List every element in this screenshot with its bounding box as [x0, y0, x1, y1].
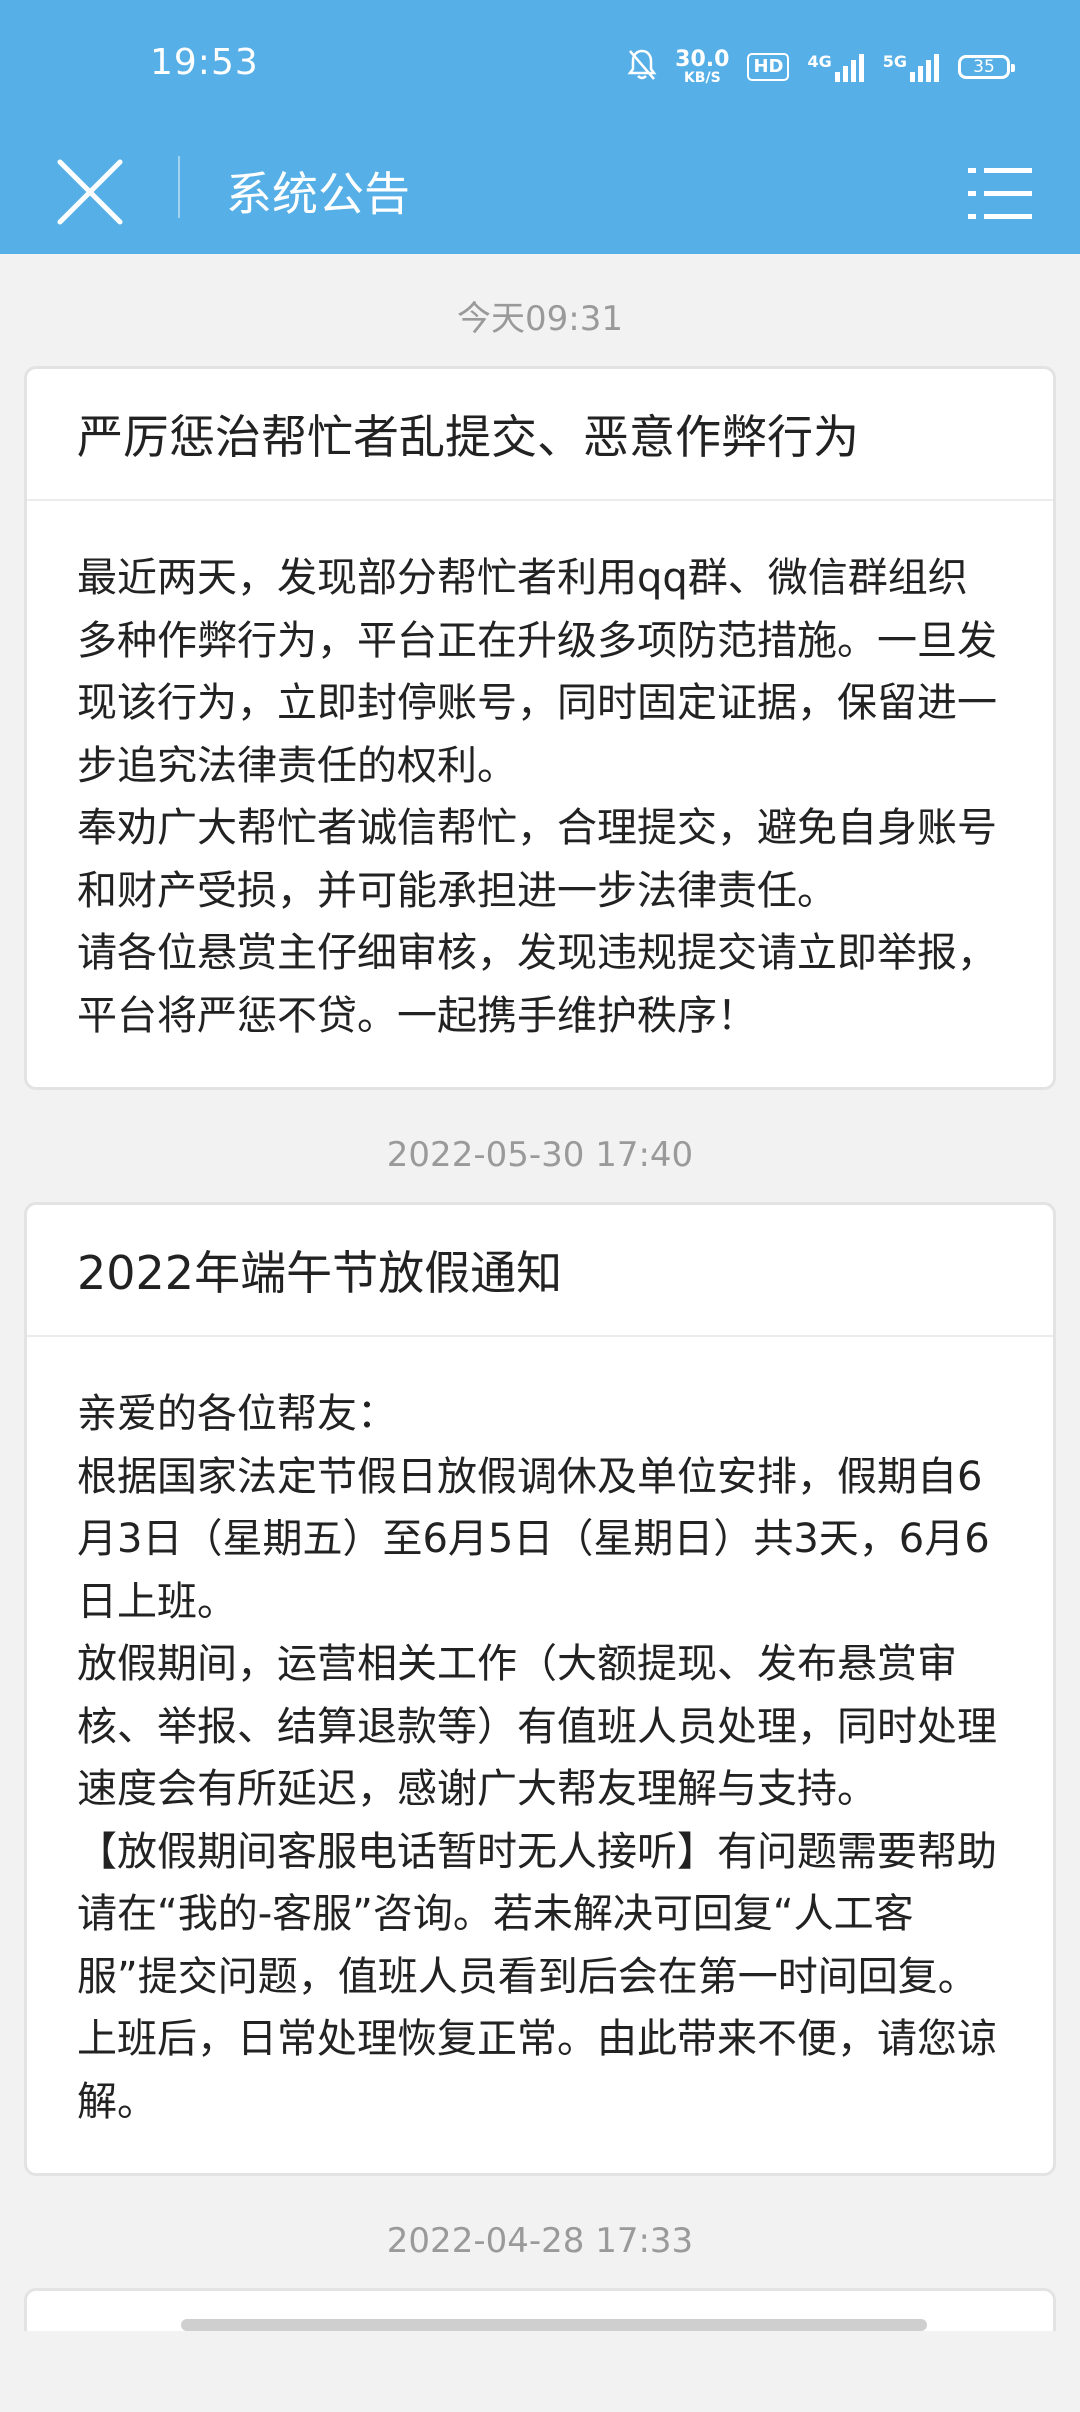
announcement-paragraph: 请各位悬赏主仔细审核，发现违规提交请立即举报，平台将严惩不贷。一起携手维护秩序！	[77, 930, 997, 1039]
announcement-title: 2022年端午节放假通知	[27, 1205, 1053, 1337]
title-bar: 系统公告	[0, 134, 1080, 254]
title-divider	[178, 156, 180, 218]
net-speed: 30.0 KB/S	[675, 47, 730, 86]
hd-badge: HD	[747, 53, 790, 81]
scrollbar[interactable]	[181, 2319, 927, 2331]
announcement-card[interactable]	[24, 2288, 1056, 2331]
announcement-paragraph: 【放假期间客服电话暂时无人接听】有问题需要帮助请在“我的-客服”咨询。若未解决可…	[77, 1828, 997, 2000]
close-button[interactable]	[48, 150, 132, 234]
battery-level: 35	[973, 57, 995, 77]
list-menu-icon	[968, 168, 1032, 219]
announcement-paragraph: 亲爱的各位帮友：	[77, 1391, 397, 1437]
signal-4g-icon: 4G	[807, 52, 864, 82]
announcement-body: 亲爱的各位帮友： 根据国家法定节假日放假调休及单位安排，假期自6月3日（星期五）…	[27, 1337, 1053, 2173]
announcement-card[interactable]: 严厉惩治帮忙者乱提交、恶意作弊行为 最近两天，发现部分帮忙者利用qq群、微信群组…	[24, 366, 1056, 1090]
announcement-paragraph: 上班后，日常处理恢复正常。由此带来不便，请您谅解。	[77, 2016, 997, 2125]
announcement-timestamp: 今天09:31	[457, 299, 623, 339]
close-icon	[57, 159, 123, 225]
announcement-paragraph: 放假期间，运营相关工作（大额提现、发布悬赏审核、举报、结算退款等）有值班人员处理…	[77, 1641, 997, 1812]
announcement-title: 严厉惩治帮忙者乱提交、恶意作弊行为	[27, 369, 1053, 501]
net-speed-value: 30.0	[675, 47, 730, 72]
battery-icon: 35	[958, 55, 1015, 79]
status-bar: 19:53 30.0 KB/S HD 4G 5G 35	[0, 0, 1080, 134]
announcement-timestamp: 2022-05-30 17:40	[386, 1135, 694, 1175]
announcement-card[interactable]: 2022年端午节放假通知 亲爱的各位帮友： 根据国家法定节假日放假调休及单位安排…	[24, 1202, 1056, 2176]
announcement-timestamp: 2022-04-28 17:33	[386, 2221, 694, 2261]
announcement-body: 最近两天，发现部分帮忙者利用qq群、微信群组织多种作弊行为，平台正在升级多项防范…	[27, 501, 1053, 1087]
network-4g-label: 4G	[807, 52, 832, 71]
menu-button[interactable]	[964, 158, 1036, 230]
signal-5g-icon: 5G	[883, 52, 940, 82]
announcement-list[interactable]: 今天09:31 严厉惩治帮忙者乱提交、恶意作弊行为 最近两天，发现部分帮忙者利用…	[0, 254, 1080, 2412]
status-icons: 30.0 KB/S HD 4G 5G 35	[627, 40, 1015, 94]
announcement-paragraph: 奉劝广大帮忙者诚信帮忙，合理提交，避免自身账号和财产受损，并可能承担进一步法律责…	[77, 805, 997, 914]
status-time: 19:53	[150, 42, 259, 83]
announcement-paragraph: 根据国家法定节假日放假调休及单位安排，假期自6月3日（星期五）至6月5日（星期日…	[77, 1453, 990, 1625]
net-speed-unit: KB/S	[683, 70, 721, 86]
page-title: 系统公告	[226, 167, 410, 221]
announcement-paragraph: 最近两天，发现部分帮忙者利用qq群、微信群组织多种作弊行为，平台正在升级多项防范…	[77, 555, 997, 789]
bell-muted-icon	[627, 48, 657, 86]
network-5g-label: 5G	[882, 52, 907, 71]
